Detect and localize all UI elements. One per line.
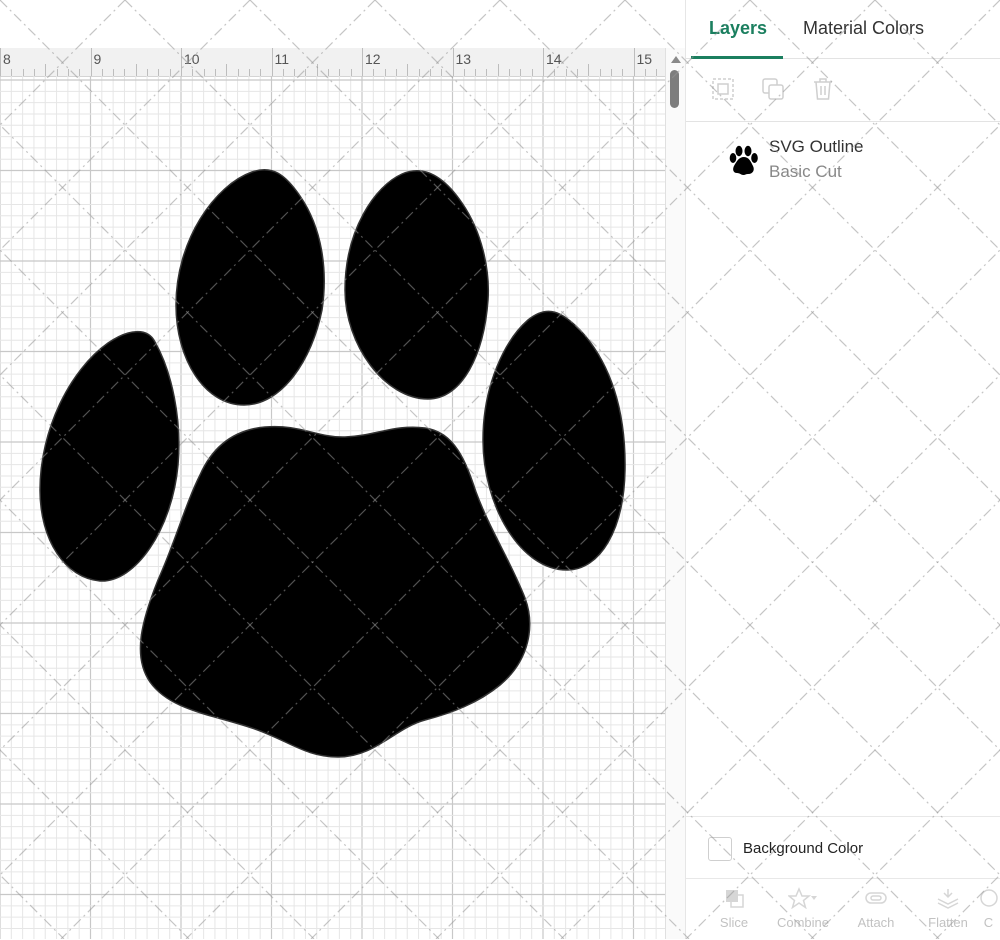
attach-icon <box>865 892 887 904</box>
background-color-row: Background Color <box>686 816 1000 879</box>
paw-print-icon <box>729 145 758 175</box>
layers-panel: Layers Material Colors SVG Outline Basic… <box>685 0 1000 939</box>
combine-icon <box>788 887 817 909</box>
delete-icon[interactable] <box>810 76 836 102</box>
tab-material-colors[interactable]: Material Colors <box>803 18 924 39</box>
attach-button[interactable]: Attach <box>846 887 906 930</box>
layer-operation: Basic Cut <box>769 162 842 181</box>
group-icon[interactable] <box>710 76 736 102</box>
combine-button[interactable]: Combine <box>773 887 833 930</box>
slice-icon <box>726 890 744 908</box>
duplicate-icon[interactable] <box>760 76 786 102</box>
paw-toe-4 <box>482 310 626 571</box>
background-color-label: Background Color <box>743 840 864 857</box>
paw-pad <box>139 425 531 758</box>
background-color-swatch[interactable] <box>708 837 732 861</box>
layer-item[interactable]: SVG Outline Basic Cut <box>686 122 1000 192</box>
contour-button[interactable]: C <box>976 887 1000 930</box>
layer-toolbar <box>686 59 1000 122</box>
paw-toe-3 <box>344 170 490 400</box>
paw-print-artwork[interactable] <box>0 0 665 939</box>
scrollbar-thumb[interactable] <box>670 70 679 108</box>
paw-toe-1 <box>39 330 180 582</box>
flatten-button[interactable]: Flatten <box>918 887 978 930</box>
slice-button[interactable]: Slice <box>704 887 764 930</box>
paw-toe-2 <box>175 168 325 406</box>
panel-tabs: Layers Material Colors <box>686 0 1000 59</box>
design-canvas[interactable]: 8 9 10 11 12 13 14 15 <box>0 0 685 939</box>
flatten-icon <box>937 889 959 909</box>
tab-layers[interactable]: Layers <box>709 18 767 39</box>
canvas-scrollbar[interactable] <box>665 48 685 939</box>
scroll-up-arrow-icon[interactable] <box>671 56 681 63</box>
contour-icon <box>979 889 998 907</box>
bottom-toolbar: Slice Combine Attach Flatten C <box>686 878 1000 940</box>
layer-name: SVG Outline <box>769 137 864 156</box>
